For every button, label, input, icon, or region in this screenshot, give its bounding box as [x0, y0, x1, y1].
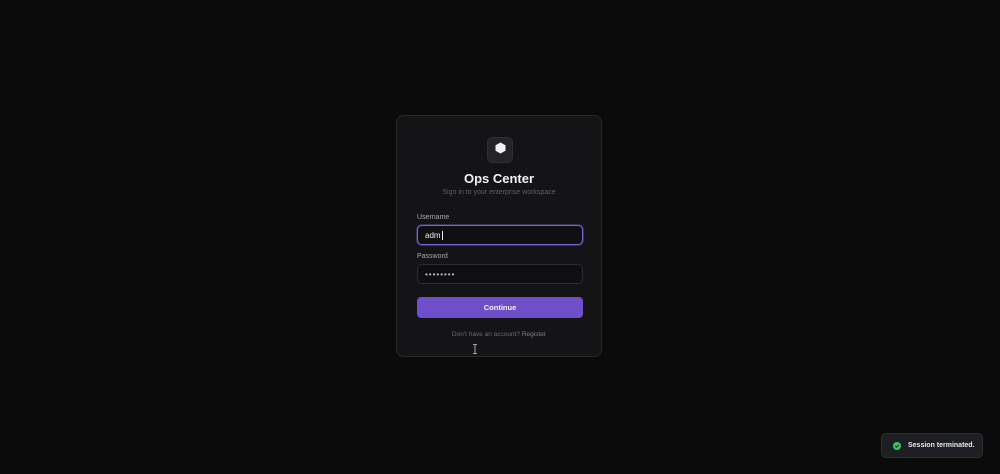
- text-caret: [441, 230, 443, 240]
- login-page: Ops Center Sign in to your enterprise wo…: [0, 0, 1000, 474]
- continue-button[interactable]: Continue: [417, 297, 583, 318]
- register-link[interactable]: Register: [522, 331, 546, 338]
- username-input[interactable]: adm: [417, 225, 583, 354]
- password-label: Password: [417, 253, 448, 260]
- app-subtitle: Sign in to your enterprise workspace: [442, 189, 556, 196]
- app-logo: [487, 137, 513, 163]
- cube-icon: [495, 141, 506, 159]
- app-title: Ops Center: [463, 171, 535, 186]
- register-prompt-text: Don't have an account?: [451, 331, 521, 338]
- password-input[interactable]: ••••••••: [417, 264, 583, 284]
- username-value: adm: [425, 230, 441, 240]
- username-label: Username: [417, 214, 450, 221]
- login-card: Ops Center Sign in to your enterprise wo…: [396, 115, 602, 357]
- check-circle-icon: [893, 441, 901, 450]
- toast-message: Session terminated.: [908, 442, 975, 449]
- register-prompt: Don't have an account? Register: [397, 331, 601, 338]
- password-value: ••••••••: [425, 269, 456, 279]
- text-cursor-icon: [472, 344, 478, 354]
- toast-notification: Session terminated.: [881, 433, 983, 458]
